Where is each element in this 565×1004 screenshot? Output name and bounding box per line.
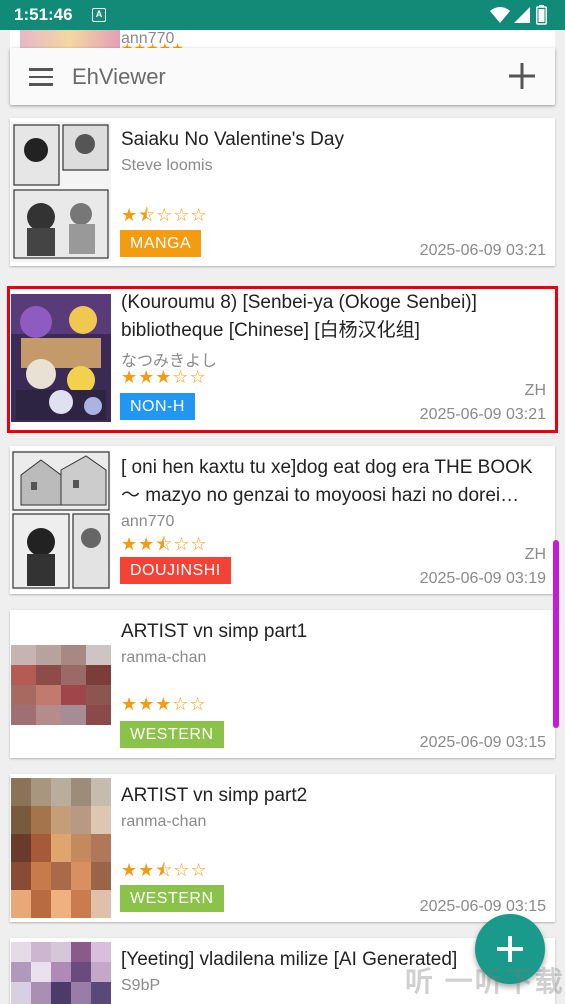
gallery-language: ZH (524, 382, 546, 399)
category-badge: NON-H (120, 393, 195, 420)
gallery-date: 2025-06-09 03:19 (419, 570, 546, 587)
gallery-uploader: ann770 (121, 513, 175, 530)
gallery-title: ARTIST vn simp part1 (121, 621, 308, 642)
gallery-card-selected[interactable]: (Kouroumu 8) [Senbei-ya (Okoge Senbei)] … (7, 286, 558, 433)
notification-icon: A (92, 8, 106, 22)
gallery-thumbnail (20, 30, 120, 50)
watermark: 听 一听下载 (405, 966, 565, 997)
gallery-thumbnail (11, 294, 111, 422)
gallery-rating: ★★⯪☆☆ (121, 860, 208, 880)
add-icon[interactable] (508, 62, 536, 90)
gallery-thumbnail (11, 450, 111, 590)
gallery-rating: ★★★☆☆ (121, 367, 207, 387)
gallery-thumbnail (11, 122, 111, 262)
gallery-uploader: S9bP (121, 977, 161, 994)
gallery-uploader: Steve loomis (121, 157, 213, 174)
signal-icon (514, 7, 530, 23)
category-badge: WESTERN (120, 721, 224, 748)
gallery-card[interactable]: ARTIST vn simp part2 ranma-chan ★★⯪☆☆ WE… (10, 774, 555, 922)
gallery-thumbnail (11, 942, 111, 1004)
gallery-date: 2025-06-09 03:15 (419, 898, 546, 915)
gallery-card-partial[interactable]: ann770 ★★★★★ (10, 30, 555, 50)
status-time: 1:51:46 (14, 5, 73, 24)
wifi-icon (490, 7, 510, 23)
gallery-rating: ★★★☆☆ (121, 694, 207, 714)
search-bar[interactable]: EhViewer (10, 48, 555, 105)
gallery-uploader: ranma-chan (121, 649, 207, 666)
gallery-date: 2025-06-09 03:21 (419, 406, 546, 423)
scrollbar[interactable] (553, 540, 559, 728)
category-badge: WESTERN (120, 885, 224, 912)
gallery-title: Saiaku No Valentine's Day (121, 129, 344, 150)
status-bar: 1:51:46 A (0, 0, 565, 30)
gallery-card[interactable]: Saiaku No Valentine's Day Steve loomis ★… (10, 118, 555, 266)
gallery-rating: ★⯪☆☆☆ (121, 205, 208, 225)
menu-icon[interactable] (29, 68, 53, 86)
app-title: EhViewer (72, 64, 166, 89)
category-badge: DOUJINSHI (120, 557, 231, 584)
gallery-date: 2025-06-09 03:21 (419, 242, 546, 259)
gallery-title: ARTIST vn simp part2 (121, 785, 308, 806)
category-badge: MANGA (120, 230, 202, 257)
gallery-card[interactable]: ARTIST vn simp part1 ranma-chan ★★★☆☆ WE… (10, 610, 555, 758)
gallery-title: (Kouroumu 8) [Senbei-ya (Okoge Senbei)] … (121, 292, 477, 341)
gallery-date: 2025-06-09 03:15 (419, 734, 546, 751)
gallery-thumbnail (11, 645, 111, 725)
battery-icon (536, 5, 547, 25)
gallery-uploader: ranma-chan (121, 813, 207, 830)
gallery-title: [ oni hen kaxtu tu xe]dog eat dog era TH… (121, 457, 533, 506)
gallery-thumbnail (11, 778, 111, 918)
gallery-card[interactable]: [ oni hen kaxtu tu xe]dog eat dog era TH… (10, 446, 555, 594)
gallery-language: ZH (524, 546, 546, 563)
